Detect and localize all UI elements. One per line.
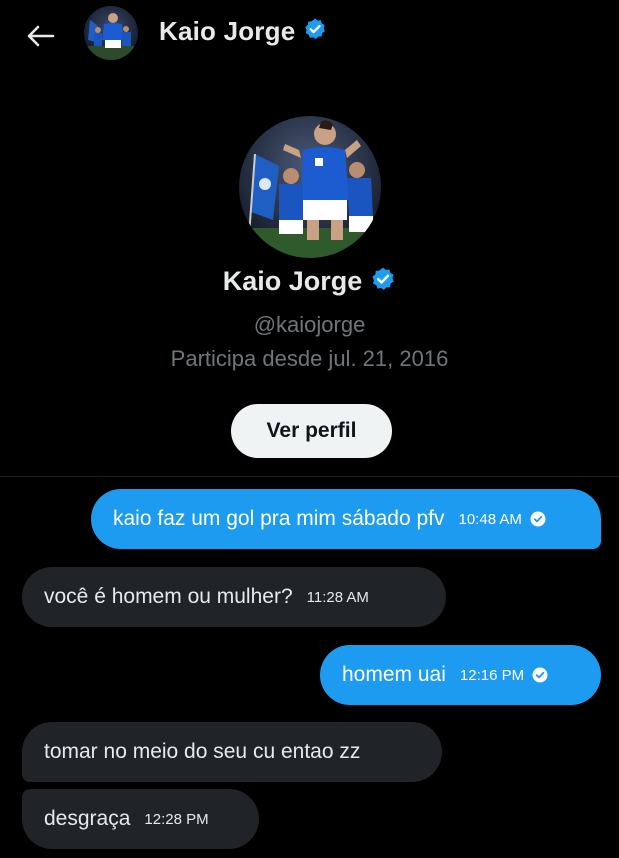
divider [0,476,619,477]
conversation-header: Kaio Jorge [0,0,619,72]
message-text: kaio faz um gol pra mim sábado pfv [113,507,445,530]
header-name: Kaio Jorge [159,16,296,46]
verified-badge-icon [370,266,396,297]
arrow-left-icon [27,25,55,47]
message-bubble-sent[interactable]: homem uai 12:16 PM [320,645,601,705]
profile-name: Kaio Jorge [222,266,363,296]
message-text: homem uai [342,663,446,686]
verified-badge-icon [303,17,327,46]
message-bubble-sent[interactable]: kaio faz um gol pra mim sábado pfv 10:48… [91,489,601,549]
message-text: desgraça [44,807,131,830]
message-bubble-received[interactable]: desgraça 12:28 PM [22,789,259,849]
profile-handle: @kaiojorge [253,312,366,337]
message-time: 12:16 PM [459,666,525,684]
back-button[interactable] [22,18,58,54]
message-text: você é homem ou mulher? [44,585,293,608]
view-profile-button[interactable]: Ver perfil [231,404,392,458]
read-check-icon [530,511,546,527]
header-avatar[interactable] [84,6,138,60]
message-time: 12:28 PM [144,810,209,828]
profile-avatar[interactable] [239,116,381,258]
read-check-icon [532,667,548,683]
message-bubble-received[interactable]: você é homem ou mulher? 11:28 AM [22,567,446,627]
message-time: 10:48 AM [458,510,522,528]
message-text: tomar no meio do seu cu entao zz [44,740,361,763]
profile-title: Kaio Jorge [0,266,619,297]
message-time: 11:28 AM [306,588,369,606]
header-title[interactable]: Kaio Jorge [159,16,327,47]
profile-joined-date: Participa desde jul. 21, 2016 [170,346,449,371]
message-bubble-received[interactable]: tomar no meio do seu cu entao zz [22,722,442,782]
